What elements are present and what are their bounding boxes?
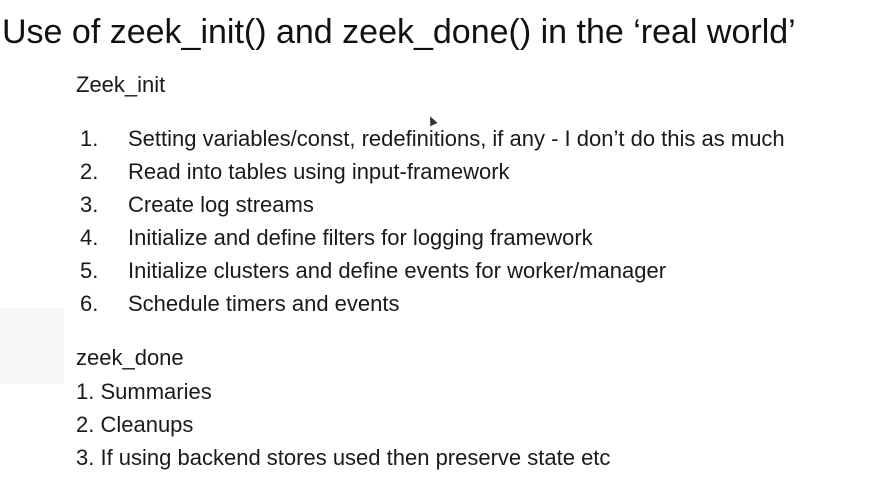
list-item-text: Setting variables/const, redefinitions, … (128, 126, 785, 151)
list-item-number: 6. (80, 291, 99, 316)
list-item-number: 1. (80, 126, 99, 151)
list-item: 5. Initialize clusters and define events … (76, 257, 785, 290)
list-item-number: 5. (80, 258, 99, 283)
list-item-text: Read into tables using input-framework (128, 159, 510, 184)
list-item: 3. Create log streams (76, 191, 785, 224)
zeek-init-list: 1. Setting variables/const, redefinitions… (76, 125, 785, 323)
list-item: 6. Schedule timers and events (76, 290, 785, 323)
zeek-done-list: 1. Summaries 2. Cleanups 3. If using bac… (76, 378, 610, 477)
list-item-text: Initialize and define filters for loggin… (128, 225, 593, 250)
slide: Use of zeek_init() and zeek_done() in th… (0, 0, 880, 478)
list-item-text: Initialize clusters and define events fo… (128, 258, 667, 283)
list-item-number: 4. (80, 225, 99, 250)
list-item: 1. Summaries (76, 379, 212, 404)
background-shade (0, 308, 64, 384)
list-item: 4. Initialize and define filters for logg… (76, 224, 785, 257)
list-item-text: Create log streams (128, 192, 314, 217)
slide-title: Use of zeek_init() and zeek_done() in th… (2, 13, 796, 51)
zeek-init-heading: Zeek_init (76, 72, 166, 97)
list-item-number: 3. (80, 192, 99, 217)
list-item: 1. Setting variables/const, redefinitions… (76, 125, 785, 158)
list-item: 2. Cleanups (76, 412, 194, 437)
list-item: 2. Read into tables using input-framework (76, 158, 785, 191)
list-item: 3. If using backend stores used then pre… (76, 445, 611, 470)
list-item-number: 2. (80, 159, 99, 184)
list-item-text: Schedule timers and events (128, 291, 400, 316)
zeek-done-heading: zeek_done (76, 345, 184, 370)
